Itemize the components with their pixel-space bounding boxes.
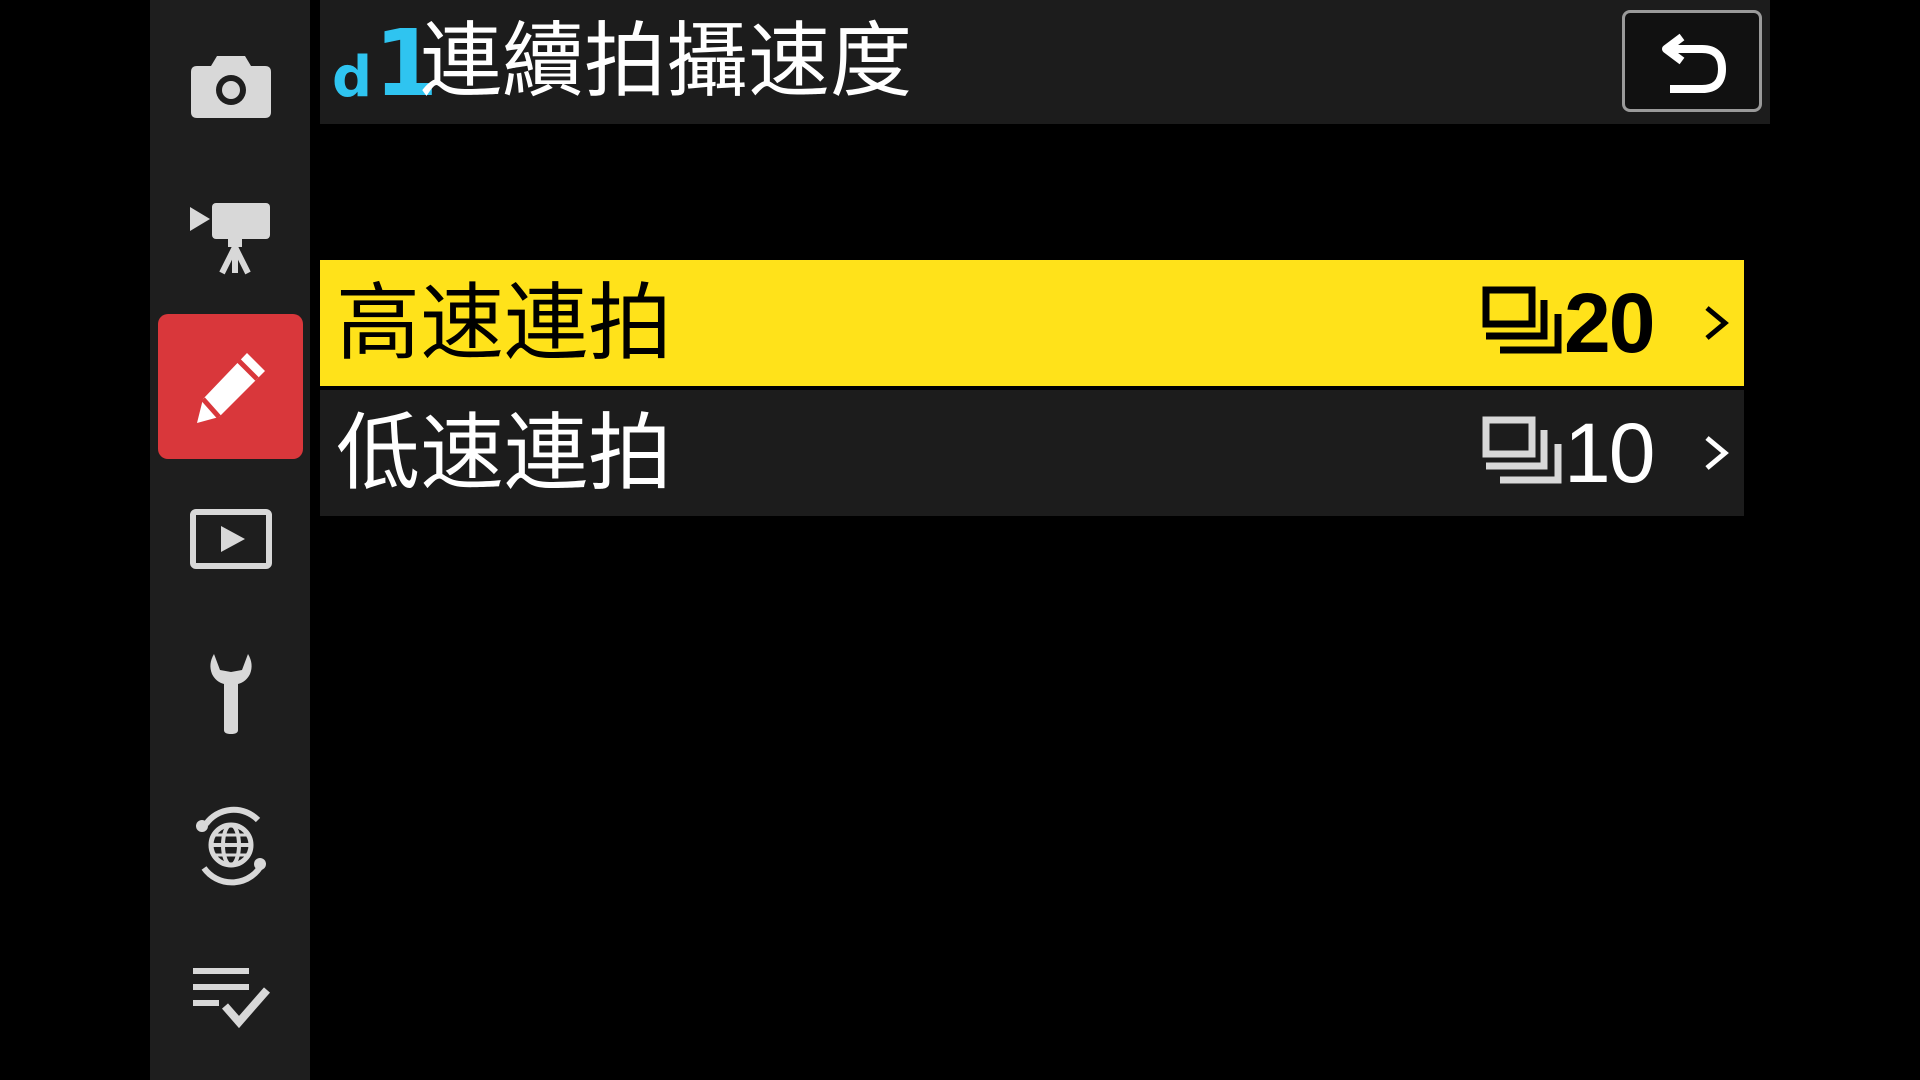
wrench-icon xyxy=(209,653,252,734)
page-title: 連續拍攝速度 xyxy=(420,14,913,109)
tab-video-recording[interactable] xyxy=(158,164,303,309)
network-globe-icon xyxy=(195,806,266,885)
back-arrow-icon xyxy=(1662,33,1727,93)
option-label: 高速連拍 xyxy=(336,274,673,372)
pencil-icon xyxy=(196,352,265,423)
camera-menu-screen: d 1 連續拍攝速度 高速連拍 20 低速連拍 10 xyxy=(0,0,1920,1080)
tab-custom-settings[interactable] xyxy=(158,314,303,459)
chevron-right-icon xyxy=(1705,306,1729,340)
option-list: 高速連拍 20 低速連拍 10 xyxy=(320,260,1744,520)
tab-setup[interactable] xyxy=(158,620,303,765)
tab-photo-shooting[interactable] xyxy=(158,12,303,157)
chevron-right-icon xyxy=(1705,436,1729,470)
movie-camera-icon xyxy=(189,202,270,274)
option-high-speed-continuous[interactable]: 高速連拍 20 xyxy=(320,260,1744,386)
burst-frames-icon xyxy=(1482,286,1562,354)
camera-icon xyxy=(190,55,271,118)
back-button[interactable] xyxy=(1622,10,1762,112)
menu-tab-sidebar xyxy=(150,0,310,1080)
setting-code-letter: d xyxy=(332,45,373,110)
option-value: 10 xyxy=(1564,406,1655,500)
option-label: 低速連拍 xyxy=(336,404,673,502)
tab-network[interactable] xyxy=(158,772,303,917)
option-low-speed-continuous[interactable]: 低速連拍 10 xyxy=(320,390,1744,516)
tab-playback[interactable] xyxy=(158,466,303,611)
my-menu-checklist-icon xyxy=(192,967,270,1028)
tab-my-menu[interactable] xyxy=(158,924,303,1069)
menu-header: d 1 連續拍攝速度 xyxy=(320,0,1770,124)
playback-icon xyxy=(189,508,272,569)
burst-frames-icon xyxy=(1482,416,1562,484)
option-value: 20 xyxy=(1564,276,1655,370)
